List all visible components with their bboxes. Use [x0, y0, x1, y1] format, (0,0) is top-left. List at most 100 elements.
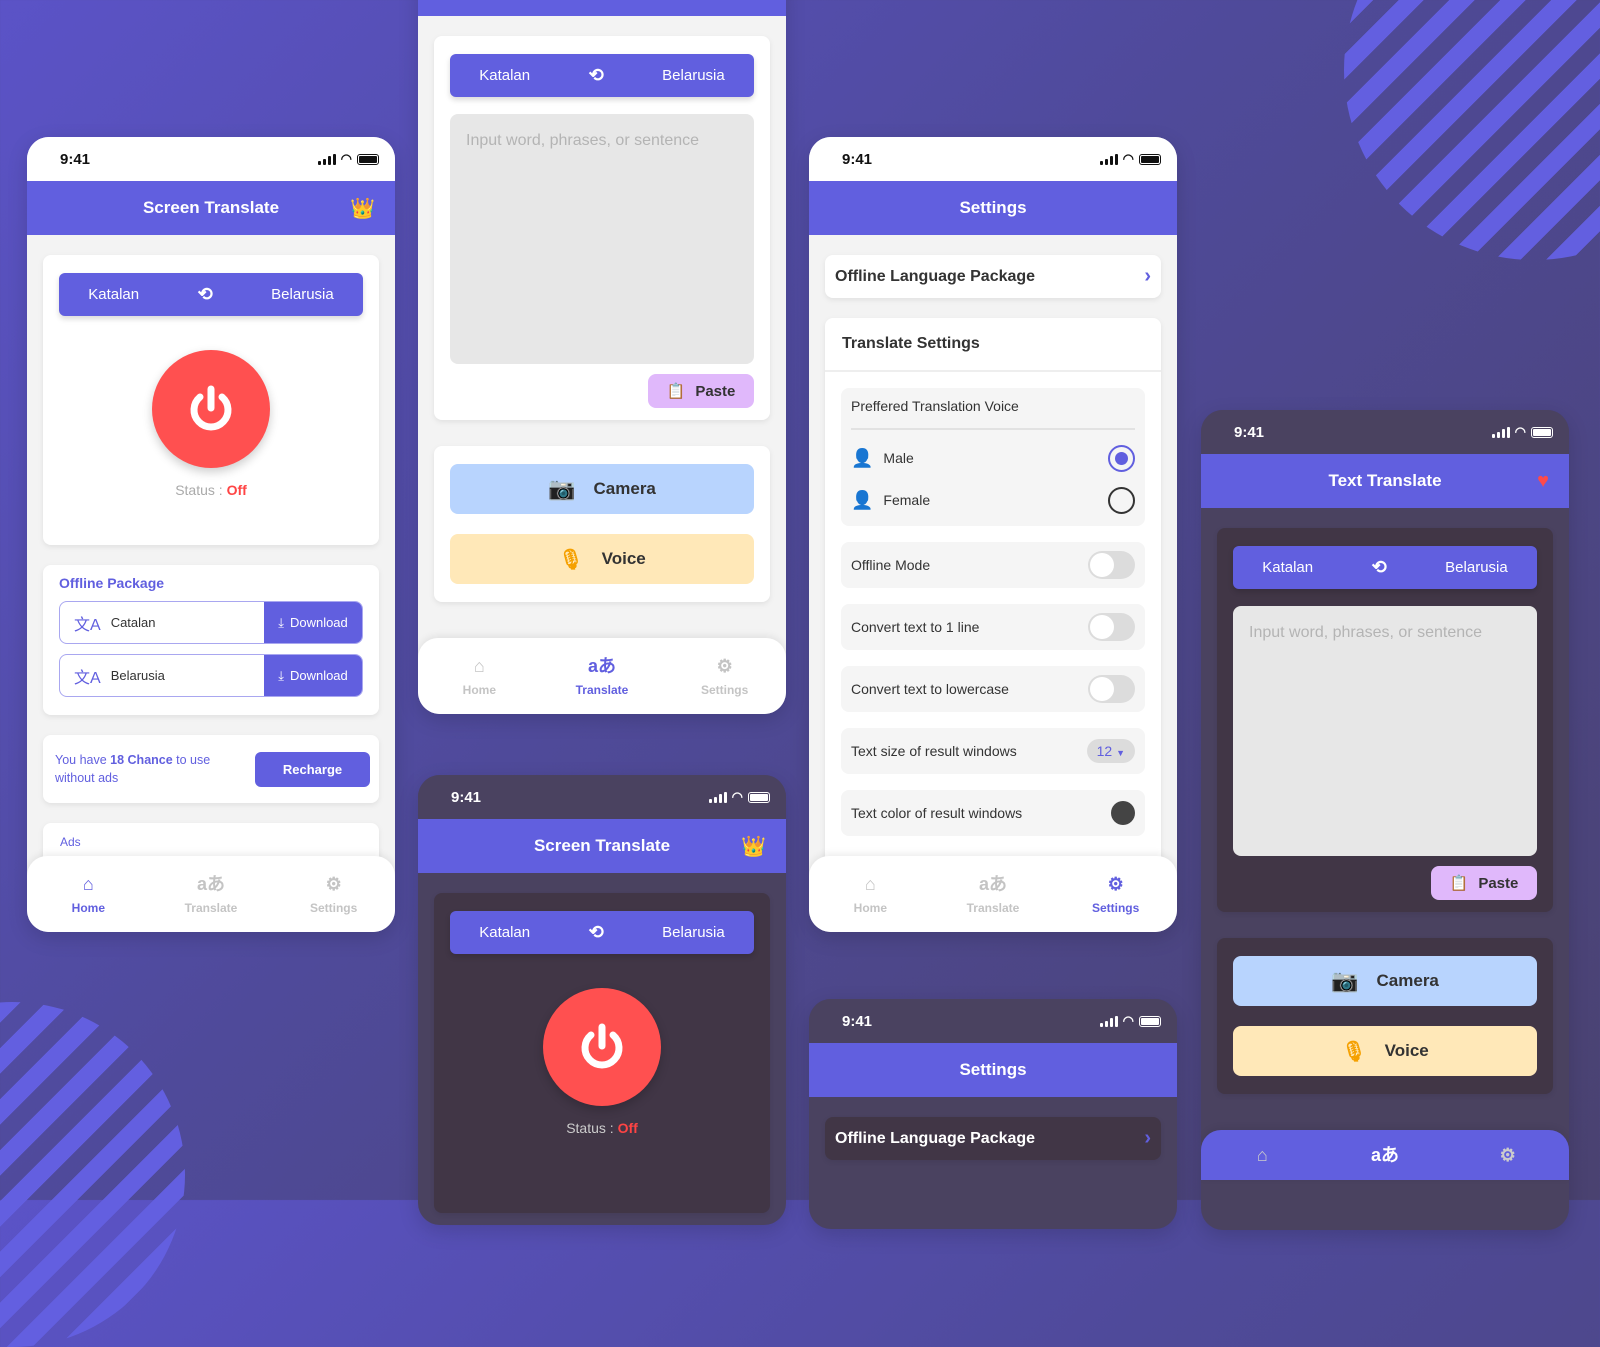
- nav-home[interactable]: ⌂ Home: [434, 655, 524, 697]
- language-bar: Katalan ⟲ Belarusia: [59, 273, 363, 316]
- source-language[interactable]: Katalan: [88, 286, 139, 303]
- nav-translate[interactable]: aあ Translate: [166, 873, 256, 915]
- gear-icon: ⚙: [1107, 874, 1124, 894]
- signal-icon: [1491, 426, 1510, 438]
- offline-language-package-row[interactable]: Offline Language Package ›: [825, 1117, 1161, 1160]
- ads-label: Ads: [60, 835, 81, 849]
- setting-lowercase: Convert text to lowercase: [841, 666, 1145, 712]
- app-bar: Screen Translate 👑: [418, 819, 786, 873]
- one-line-toggle[interactable]: [1088, 613, 1135, 641]
- microphone-icon: 🎙: [1341, 1040, 1367, 1063]
- chevron-right-icon: ›: [1144, 265, 1151, 287]
- target-language[interactable]: Belarusia: [662, 67, 725, 84]
- nav-home[interactable]: ⌂: [1217, 1144, 1307, 1166]
- wifi-icon: ◠: [1122, 1013, 1134, 1028]
- clipboard-icon: 📋: [1449, 875, 1469, 892]
- nav-translate[interactable]: aあ Translate: [948, 873, 1038, 915]
- paste-button[interactable]: 📋 Paste: [648, 374, 754, 408]
- bottom-nav: ⌂ Home aあ Translate ⚙ Settings: [418, 638, 786, 714]
- offline-package-card: Offline Package 文A Catalan ⤓ Download 文A Be…: [43, 565, 379, 715]
- recharge-button[interactable]: Recharge: [255, 751, 370, 787]
- signal-icon: [1099, 153, 1118, 165]
- battery-icon: [748, 791, 770, 803]
- nav-settings[interactable]: ⚙ Settings: [680, 655, 770, 697]
- translate-card: Katalan ⟲ Belarusia Status : Off: [43, 255, 379, 545]
- swap-icon[interactable]: ⟲: [589, 65, 604, 86]
- page-title: Text Translate: [1328, 471, 1442, 490]
- app-bar: Text Translate ♥: [1201, 454, 1569, 508]
- status-label: Status :: [566, 1120, 614, 1136]
- crown-icon[interactable]: 👑: [741, 834, 766, 859]
- heart-icon[interactable]: ♥: [1537, 470, 1549, 493]
- power-button[interactable]: [543, 988, 661, 1106]
- source-language[interactable]: Katalan: [1262, 559, 1313, 576]
- download-label: Download: [289, 615, 348, 630]
- offline-language-package-label: Offline Language Package: [835, 1129, 1036, 1147]
- swap-icon[interactable]: ⟲: [1372, 557, 1387, 578]
- caret-down-icon: ▼: [1116, 748, 1125, 758]
- home-icon: ⌂: [473, 656, 485, 676]
- voice-button[interactable]: 🎙 Voice: [1233, 1026, 1537, 1076]
- target-language[interactable]: Belarusia: [271, 286, 334, 303]
- nav-home[interactable]: ⌂ Home: [825, 873, 915, 915]
- gear-icon: ⚙: [716, 656, 733, 676]
- translate-icon: 文A: [74, 669, 101, 687]
- chevron-right-icon: ›: [1144, 1127, 1151, 1149]
- offline-package-heading: Offline Package: [59, 575, 165, 591]
- offline-language-package-row[interactable]: Offline Language Package ›: [825, 255, 1161, 298]
- gear-icon: ⚙: [1499, 1145, 1516, 1165]
- voice-button[interactable]: 🎙 Voice: [450, 534, 754, 584]
- offline-mode-toggle[interactable]: [1088, 551, 1135, 579]
- nav-settings[interactable]: ⚙ Settings: [289, 873, 379, 915]
- text-color-swatch[interactable]: [1111, 801, 1135, 825]
- nav-settings[interactable]: ⚙ Settings: [1071, 873, 1161, 915]
- download-icon: ⤓: [278, 614, 284, 630]
- nav-translate[interactable]: aあ Translate: [557, 655, 647, 697]
- nav-translate[interactable]: aあ: [1340, 1144, 1430, 1166]
- radio-button-selected[interactable]: [1108, 444, 1135, 472]
- voice-option-female[interactable]: 👤 Female: [851, 480, 1135, 520]
- download-label: Download: [289, 668, 348, 683]
- nav-home[interactable]: ⌂ Home: [43, 873, 133, 915]
- crown-icon[interactable]: 👑: [350, 196, 375, 221]
- camera-button[interactable]: 📷 Camera: [450, 464, 754, 514]
- page-title: Screen Translate: [142, 198, 280, 217]
- phone-screen-translate-light: 9:41 ◠ Screen Translate 👑 Katalan ⟲ Bela…: [27, 137, 395, 932]
- app-bar: [418, 0, 786, 16]
- phone-text-translate-dark: 9:41 ◠ Text Translate ♥ Katalan ⟲ Belaru…: [1201, 410, 1569, 1230]
- battery-icon: [1139, 153, 1161, 165]
- power-wrap: Status : Off: [450, 988, 754, 1136]
- wifi-icon: ◠: [1122, 151, 1134, 166]
- chance-count: 18 Chance: [110, 753, 173, 767]
- source-language[interactable]: Katalan: [479, 67, 530, 84]
- text-input[interactable]: Input word, phrases, or sentence: [450, 114, 754, 364]
- text-size-select[interactable]: 12 ▼: [1086, 739, 1135, 763]
- radio-button[interactable]: [1108, 486, 1135, 514]
- download-icon: ⤓: [278, 667, 284, 683]
- voice-option-male[interactable]: 👤 Male: [851, 436, 1135, 480]
- target-language[interactable]: Belarusia: [1445, 559, 1508, 576]
- person-icon: 👤: [851, 447, 874, 468]
- camera-button[interactable]: 📷 Camera: [1233, 956, 1537, 1006]
- power-button[interactable]: [152, 350, 270, 468]
- swap-icon[interactable]: ⟲: [198, 284, 213, 305]
- voice-heading: Preffered Translation Voice: [851, 398, 1135, 430]
- nav-settings[interactable]: ⚙: [1463, 1144, 1553, 1166]
- translate-card: Katalan ⟲ Belarusia Status : Off: [434, 893, 770, 1213]
- page-title: Settings: [959, 198, 1027, 217]
- paste-button[interactable]: 📋 Paste: [1431, 866, 1537, 900]
- translate-input-card: Katalan ⟲ Belarusia Input word, phrases,…: [434, 36, 770, 420]
- lowercase-toggle[interactable]: [1088, 675, 1135, 703]
- camera-icon: 📷: [548, 476, 576, 501]
- swap-icon[interactable]: ⟲: [589, 922, 604, 943]
- bottom-nav: ⌂ Home aあ Translate ⚙ Settings: [27, 856, 395, 932]
- status-text: Status : Off: [59, 482, 363, 498]
- source-language[interactable]: Katalan: [479, 924, 530, 941]
- setting-offline-mode: Offline Mode: [841, 542, 1145, 588]
- download-button[interactable]: ⤓ Download: [264, 602, 362, 643]
- text-input[interactable]: Input word, phrases, or sentence: [1233, 606, 1537, 856]
- setting-text-color: Text color of result windows: [841, 790, 1145, 836]
- status-label: Status :: [175, 482, 223, 498]
- target-language[interactable]: Belarusia: [662, 924, 725, 941]
- download-button[interactable]: ⤓ Download: [264, 655, 362, 696]
